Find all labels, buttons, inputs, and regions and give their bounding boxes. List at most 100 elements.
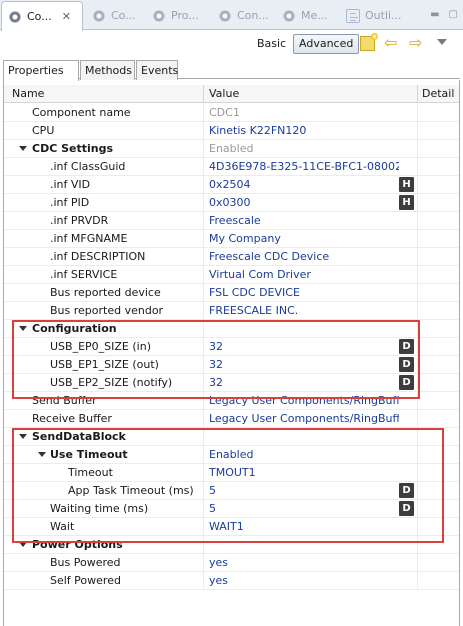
tab-console-view[interactable]: Con... xyxy=(212,1,274,30)
table-row[interactable]: Send Buffer Legacy User Components/RingB… xyxy=(4,392,459,410)
hex-format-badge[interactable]: H xyxy=(399,177,414,192)
table-row[interactable]: App Task Timeout (ms) 5 D xyxy=(4,482,459,500)
table-row[interactable]: Bus reported device FSL CDC DEVICE xyxy=(4,284,459,302)
property-value[interactable]: WAIT1 xyxy=(209,520,399,533)
property-value[interactable]: 5 xyxy=(209,502,399,515)
view-menu-chevron-icon[interactable] xyxy=(437,39,447,45)
property-value[interactable]: Virtual Com Driver xyxy=(209,268,399,281)
table-row[interactable]: USB_EP1_SIZE (out) 32 D xyxy=(4,356,459,374)
grid-header: Name Value Detail xyxy=(4,85,459,103)
table-row[interactable]: USB_EP2_SIZE (notify) 32 D xyxy=(4,374,459,392)
tab-label: Me... xyxy=(301,9,328,22)
table-row[interactable]: Bus Powered yes xyxy=(4,554,459,572)
expand-triangle-icon[interactable] xyxy=(19,434,27,439)
property-value[interactable]: Legacy User Components/RingBuffer xyxy=(209,412,399,425)
close-icon[interactable]: ✕ xyxy=(62,10,71,23)
maximize-icon[interactable]: ▢ xyxy=(449,9,458,20)
property-value[interactable]: FSL CDC DEVICE xyxy=(209,286,399,299)
expand-triangle-icon[interactable] xyxy=(19,326,27,331)
property-name: Send Buffer xyxy=(32,394,97,407)
tab-components-view[interactable]: Co... xyxy=(86,1,144,30)
basic-mode-button[interactable]: Basic xyxy=(257,37,286,50)
inspector-toolbar: Basic Advanced ⇦ ⇨ xyxy=(0,31,463,58)
property-value[interactable]: yes xyxy=(209,556,399,569)
table-row[interactable]: Receive Buffer Legacy User Components/Ri… xyxy=(4,410,459,428)
expand-triangle-icon[interactable] xyxy=(19,542,27,547)
table-row[interactable]: .inf PRVDR Freescale xyxy=(4,212,459,230)
decimal-format-badge[interactable]: D xyxy=(399,375,414,390)
property-value[interactable]: 32 xyxy=(209,340,399,353)
property-value[interactable]: 5 xyxy=(209,484,399,497)
property-value[interactable]: TMOUT1 xyxy=(209,466,399,479)
table-row[interactable]: .inf ClassGuid 4D36E978-E325-11CE-BFC1-0… xyxy=(4,158,459,176)
property-group-name: SendDataBlock xyxy=(32,430,126,443)
property-value[interactable]: Enabled xyxy=(209,448,399,461)
table-row[interactable]: SendDataBlock xyxy=(4,428,459,446)
advanced-mode-button[interactable]: Advanced xyxy=(293,34,360,54)
property-value[interactable]: 0x2504 xyxy=(209,178,399,191)
property-value[interactable]: Freescale xyxy=(209,214,399,227)
tab-events[interactable]: Events xyxy=(136,60,178,80)
tab-methods[interactable]: Methods xyxy=(80,60,135,80)
new-item-icon[interactable] xyxy=(360,33,378,51)
property-value[interactable]: 4D36E978-E325-11CE-BFC1-08002BE... xyxy=(209,160,399,173)
tab-memory-view[interactable]: Me... xyxy=(276,1,334,30)
property-name: Component name xyxy=(32,106,131,119)
table-row[interactable]: USB_EP0_SIZE (in) 32 D xyxy=(4,338,459,356)
table-row[interactable]: .inf PID 0x0300 H xyxy=(4,194,459,212)
decimal-format-badge[interactable]: D xyxy=(399,501,414,516)
component-gear-icon xyxy=(218,8,232,23)
view-window-controls: ▬ ▢ xyxy=(430,9,458,20)
property-value[interactable]: Freescale CDC Device xyxy=(209,250,399,263)
component-gear-icon xyxy=(8,9,22,24)
property-value[interactable]: 32 xyxy=(209,376,399,389)
property-group-name: Configuration xyxy=(32,322,117,335)
table-row[interactable]: CDC Settings Enabled xyxy=(4,140,459,158)
property-value[interactable]: CDC1 xyxy=(209,106,399,119)
back-arrow-icon[interactable]: ⇦ xyxy=(384,34,397,52)
table-row[interactable]: .inf SERVICE Virtual Com Driver xyxy=(4,266,459,284)
table-row[interactable]: Timeout TMOUT1 xyxy=(4,464,459,482)
property-value[interactable]: My Company xyxy=(209,232,399,245)
tab-properties[interactable]: Properties xyxy=(3,60,79,81)
decimal-format-badge[interactable]: D xyxy=(399,357,414,372)
forward-arrow-icon[interactable]: ⇨ xyxy=(409,34,422,52)
property-value[interactable]: Enabled xyxy=(209,142,399,155)
tab-component-inspector[interactable]: Co... ✕ xyxy=(1,1,83,31)
property-name: CPU xyxy=(32,124,55,137)
table-row[interactable]: Configuration xyxy=(4,320,459,338)
table-row[interactable]: Use Timeout Enabled xyxy=(4,446,459,464)
table-row[interactable]: Power Options xyxy=(4,536,459,554)
decimal-format-badge[interactable]: D xyxy=(399,483,414,498)
property-value[interactable]: Legacy User Components/RingBuffer xyxy=(209,394,399,407)
hex-format-badge[interactable]: H xyxy=(399,195,414,210)
tab-label: Pro... xyxy=(171,9,199,22)
table-row[interactable]: Component name CDC1 xyxy=(4,104,459,122)
view-tab-strip: Co... ✕ Co... Pro... Con... Me... Outli.… xyxy=(0,0,463,31)
table-row[interactable]: .inf DESCRIPTION Freescale CDC Device xyxy=(4,248,459,266)
column-value-header[interactable]: Value xyxy=(209,87,239,100)
column-name-header[interactable]: Name xyxy=(12,87,44,100)
expand-triangle-icon[interactable] xyxy=(38,452,46,457)
tab-processor-view[interactable]: Pro... xyxy=(146,1,206,30)
column-details-header[interactable]: Detail xyxy=(422,87,454,100)
table-row[interactable]: .inf VID 0x2504 H xyxy=(4,176,459,194)
property-value[interactable]: yes xyxy=(209,574,399,587)
table-row[interactable]: Bus reported vendor FREESCALE INC. xyxy=(4,302,459,320)
decimal-format-badge[interactable]: D xyxy=(399,339,414,354)
table-row[interactable]: Self Powered yes xyxy=(4,572,459,590)
tab-label: Outli... xyxy=(365,9,402,22)
property-value[interactable]: 0x0300 xyxy=(209,196,399,209)
table-row[interactable]: CPU Kinetis K22FN120 xyxy=(4,122,459,140)
expand-triangle-icon[interactable] xyxy=(19,146,27,151)
table-row[interactable]: Wait WAIT1 xyxy=(4,518,459,536)
table-row[interactable]: Waiting time (ms) 5 D xyxy=(4,500,459,518)
tab-outline-view[interactable]: Outli... xyxy=(340,1,410,30)
property-value[interactable]: 32 xyxy=(209,358,399,371)
property-tabs: Properties Methods Events xyxy=(3,59,460,81)
property-value[interactable]: Kinetis K22FN120 xyxy=(209,124,399,137)
minimize-icon[interactable]: ▬ xyxy=(430,9,439,20)
tab-label: Con... xyxy=(237,9,269,22)
table-row[interactable]: .inf MFGNAME My Company xyxy=(4,230,459,248)
property-value[interactable]: FREESCALE INC. xyxy=(209,304,399,317)
